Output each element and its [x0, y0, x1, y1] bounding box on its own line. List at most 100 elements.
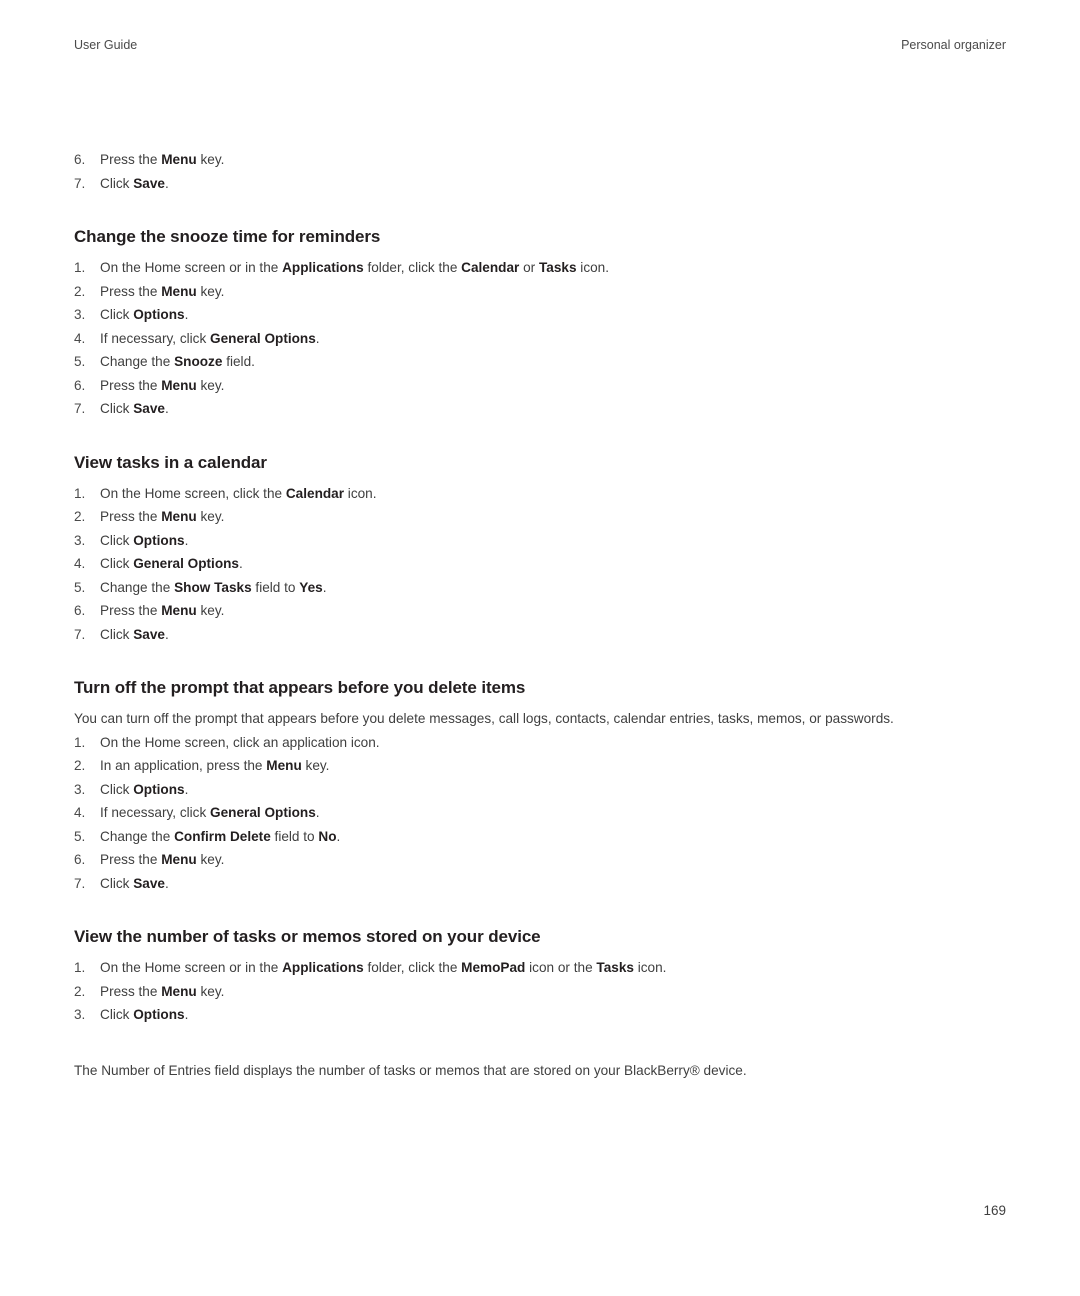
step-item: 1. On the Home screen, click the Calendar…: [74, 482, 986, 506]
step-text-run: On the Home screen or in the: [100, 960, 283, 975]
step-item: 4. Click General Options.: [74, 552, 986, 576]
emphasis-term: General Options: [210, 330, 316, 346]
step-text-run: Click: [100, 626, 134, 642]
step-number: 2.: [74, 758, 86, 773]
emphasis-term: Save: [133, 626, 165, 642]
step-number: 3.: [74, 532, 86, 548]
step-text: Click Save.: [100, 623, 986, 647]
step-number: 3.: [74, 1007, 86, 1022]
emphasis-term: Options: [133, 532, 185, 548]
step-text-run: key.: [301, 758, 330, 773]
step-text-run: Press the: [100, 852, 162, 867]
document-page: User Guide Personal organizer 6. Press th…: [0, 0, 1080, 1296]
step-number: 4.: [74, 330, 86, 346]
emphasis-term: Menu: [161, 852, 197, 867]
step-text-run: icon.: [576, 260, 610, 275]
step-item: 2. In an application, press the Menu key.: [74, 754, 986, 778]
step-text-run: Click: [100, 875, 134, 891]
step-text-run: .: [184, 532, 189, 548]
emphasis-term: Menu: [161, 377, 197, 393]
running-header: User Guide Personal organizer: [74, 36, 1006, 54]
step-number: 6.: [74, 152, 86, 167]
step-item: 7. Click Save.: [74, 397, 986, 421]
step-text-run: key.: [196, 283, 225, 299]
step-text-run: .: [336, 828, 341, 844]
section-heading: View the number of tasks or memos stored…: [74, 927, 541, 946]
step-text-run: Press the: [100, 603, 162, 618]
section-step-list: 1. On the Home screen or in the Applicati…: [74, 256, 986, 421]
section-step-list: 1. On the Home screen or in the Applicati…: [74, 956, 986, 1027]
section-list: Change the snooze time for reminders 1. On…: [74, 195, 986, 1082]
step-text-run: icon.: [633, 960, 667, 975]
running-header-right: Personal organizer: [901, 38, 1006, 52]
step-item: 4. If necessary, click General Options.: [74, 801, 986, 825]
step-text: Press the Menu key.: [100, 848, 986, 872]
step-item: 2. Press the Menu key.: [74, 505, 986, 529]
step-text-run: Change the: [100, 354, 175, 369]
step-item: 1. On the Home screen, click an applicati…: [74, 731, 986, 755]
step-text-run: field.: [222, 354, 255, 369]
step-text: On the Home screen or in the Application…: [100, 956, 986, 980]
step-text-run: key.: [196, 152, 225, 167]
step-number: 3.: [74, 781, 86, 797]
step-text: On the Home screen, click an application…: [100, 731, 986, 755]
step-item: 5. Change the Show Tasks field to Yes.: [74, 576, 986, 600]
step-text: Press the Menu key.: [100, 599, 986, 623]
heading-spacer: [74, 473, 986, 482]
heading-spacer: [74, 247, 986, 256]
emphasis-term: Menu: [161, 603, 197, 618]
heading-spacer: [74, 698, 986, 707]
step-text: Click Options.: [100, 303, 986, 327]
step-number: 6.: [74, 603, 86, 618]
step-item: 4. If necessary, click General Options.: [74, 327, 986, 351]
step-number: 5.: [74, 354, 86, 369]
step-text-run: key.: [196, 377, 225, 393]
step-text-run: Press the: [100, 283, 162, 299]
step-text: If necessary, click General Options.: [100, 327, 986, 351]
step-text-run: .: [184, 307, 189, 322]
step-item: 2. Press the Menu key.: [74, 980, 986, 1004]
step-item: 5. Change the Snooze field.: [74, 350, 986, 374]
emphasis-term: Save: [133, 401, 165, 416]
step-text-run: icon or the: [525, 960, 597, 975]
emphasis-term: Menu: [161, 283, 197, 299]
step-item: 1. On the Home screen or in the Applicati…: [74, 956, 986, 980]
step-text-run: On the Home screen, click an application…: [100, 734, 380, 750]
step-number: 6.: [74, 377, 86, 393]
step-item: 7. Click Save.: [74, 172, 986, 196]
step-text-run: folder, click the: [363, 960, 462, 975]
step-text-run: .: [184, 781, 189, 797]
step-text-run: key.: [196, 509, 225, 524]
running-header-left: User Guide: [74, 38, 138, 52]
step-number: 4.: [74, 805, 86, 820]
emphasis-term: Save: [133, 875, 165, 891]
step-text: Click General Options.: [100, 552, 986, 576]
step-item: 7. Click Save.: [74, 872, 986, 896]
heading-spacer: [74, 947, 986, 956]
step-item: 3. Click Options.: [74, 778, 986, 802]
step-number: 7.: [74, 875, 86, 891]
step-item: 5. Change the Confirm Delete field to No.: [74, 825, 986, 849]
step-text-run: .: [164, 626, 169, 642]
emphasis-term: MemoPad: [461, 960, 526, 975]
step-text-run: folder, click the: [363, 260, 462, 275]
step-text: Press the Menu key.: [100, 374, 986, 398]
step-number: 5.: [74, 579, 86, 595]
step-text-run: Press the: [100, 152, 162, 167]
emphasis-term: Snooze: [174, 354, 223, 369]
step-text-run: .: [164, 401, 169, 416]
step-item: 6. Press the Menu key.: [74, 374, 986, 398]
step-text-run: Click: [100, 175, 134, 191]
step-text: If necessary, click General Options.: [100, 801, 986, 825]
emphasis-term: Menu: [161, 509, 197, 524]
step-text-run: Click: [100, 532, 134, 548]
step-text: Click Save.: [100, 172, 986, 196]
step-number: 3.: [74, 307, 86, 322]
section-intro-paragraph: You can turn off the prompt that appears…: [74, 711, 894, 726]
emphasis-term: General Options: [210, 805, 316, 820]
section-outro-paragraph: The Number of Entries field displays the…: [74, 1062, 747, 1078]
step-text-run: Click: [100, 781, 134, 797]
